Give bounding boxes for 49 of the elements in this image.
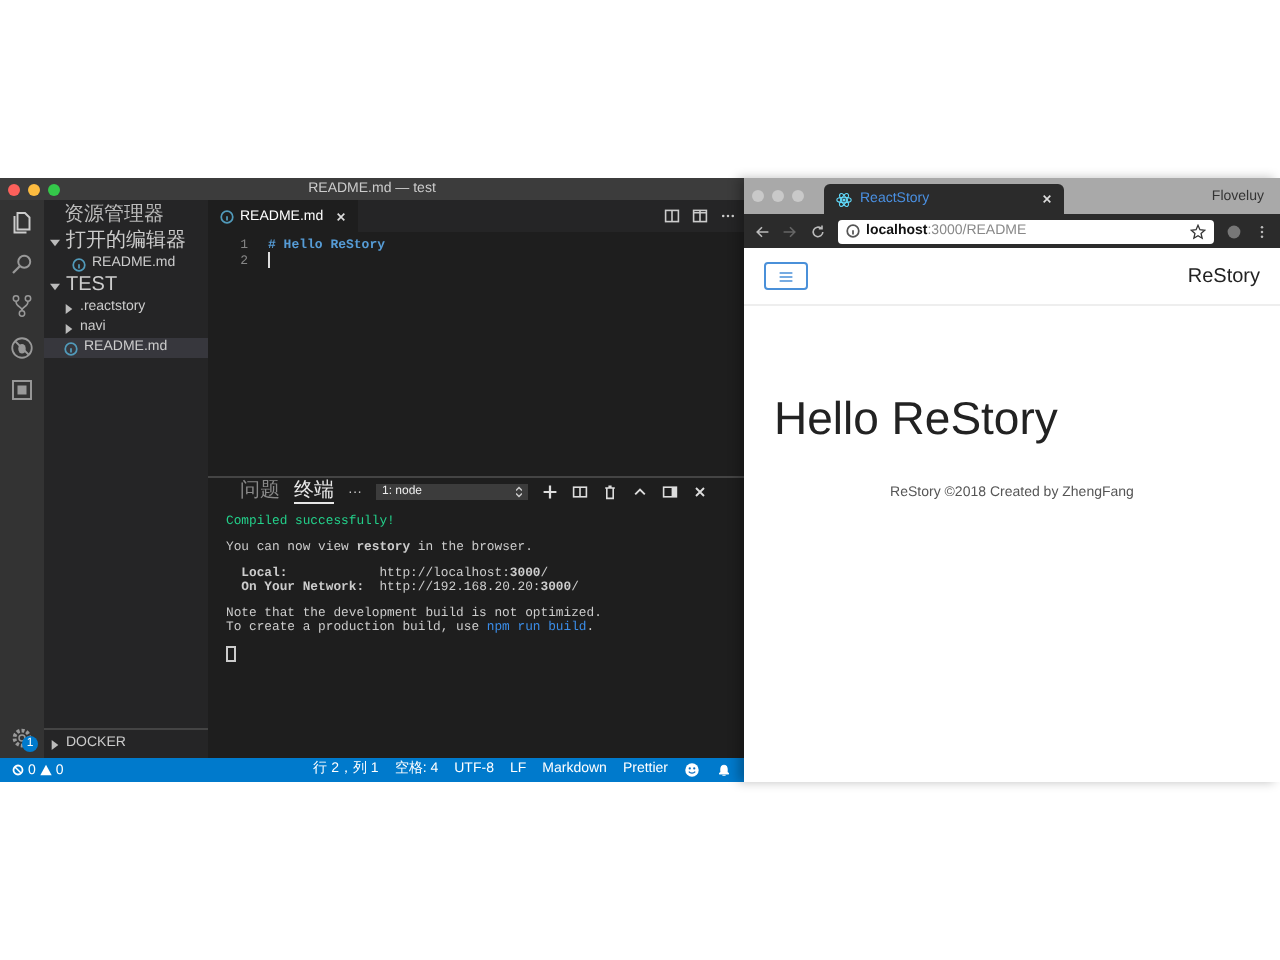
caret-icon [50,281,60,291]
text-cursor [268,252,270,268]
zoom-dot-icon[interactable] [48,183,60,195]
page-heading: Hello ReStory [774,390,1058,446]
chevron-up-icon[interactable] [632,484,648,500]
minimize-dot-icon[interactable] [28,183,40,195]
info-icon [64,341,78,355]
extension-icon[interactable] [1226,223,1242,239]
minimize-dot-icon[interactable] [772,190,784,202]
sidebar-title: 资源管理器 [62,202,166,229]
close-icon[interactable] [335,211,346,221]
smiley-icon[interactable] [684,762,700,778]
close-dot-icon[interactable] [8,183,20,195]
search-icon[interactable] [10,252,34,276]
files-icon[interactable] [10,210,34,234]
info-icon [220,209,234,223]
site-brand[interactable]: ReStory [1187,265,1260,287]
section-header[interactable]: 打开的编辑器 [44,230,208,254]
updown-arrows-icon [516,486,522,498]
info-icon [72,257,86,271]
settings-icon[interactable] [10,726,34,750]
menu-button[interactable] [764,262,808,290]
plus-icon[interactable] [542,484,558,500]
panel-tab[interactable]: 问题 [240,482,280,502]
branch-icon[interactable] [10,294,34,318]
bug-icon[interactable] [10,336,34,360]
caret-icon [50,237,60,247]
close-icon[interactable] [1042,194,1052,204]
info-icon [846,224,860,238]
extensions-icon[interactable] [10,378,34,402]
panel-layout-icon[interactable] [662,484,678,500]
back-icon[interactable] [754,223,770,239]
section-header[interactable]: TEST [44,274,208,298]
atom-icon [836,191,852,207]
caret-icon [50,739,60,749]
bookmark-star-icon[interactable] [1190,223,1206,239]
menu-icon [778,269,794,283]
split-editor-icon[interactable] [692,208,708,224]
terminal-cursor [226,646,236,662]
preview-icon[interactable] [664,208,680,224]
split-terminal-icon[interactable] [572,484,588,500]
bell-icon[interactable] [716,762,732,778]
panel-tab[interactable]: 终端 [294,481,334,503]
zoom-dot-icon[interactable] [792,190,804,202]
reload-icon[interactable] [810,223,826,239]
trash-icon[interactable] [602,484,618,500]
close-icon[interactable] [692,484,708,500]
forward-icon[interactable] [782,223,798,239]
close-dot-icon[interactable] [752,190,764,202]
